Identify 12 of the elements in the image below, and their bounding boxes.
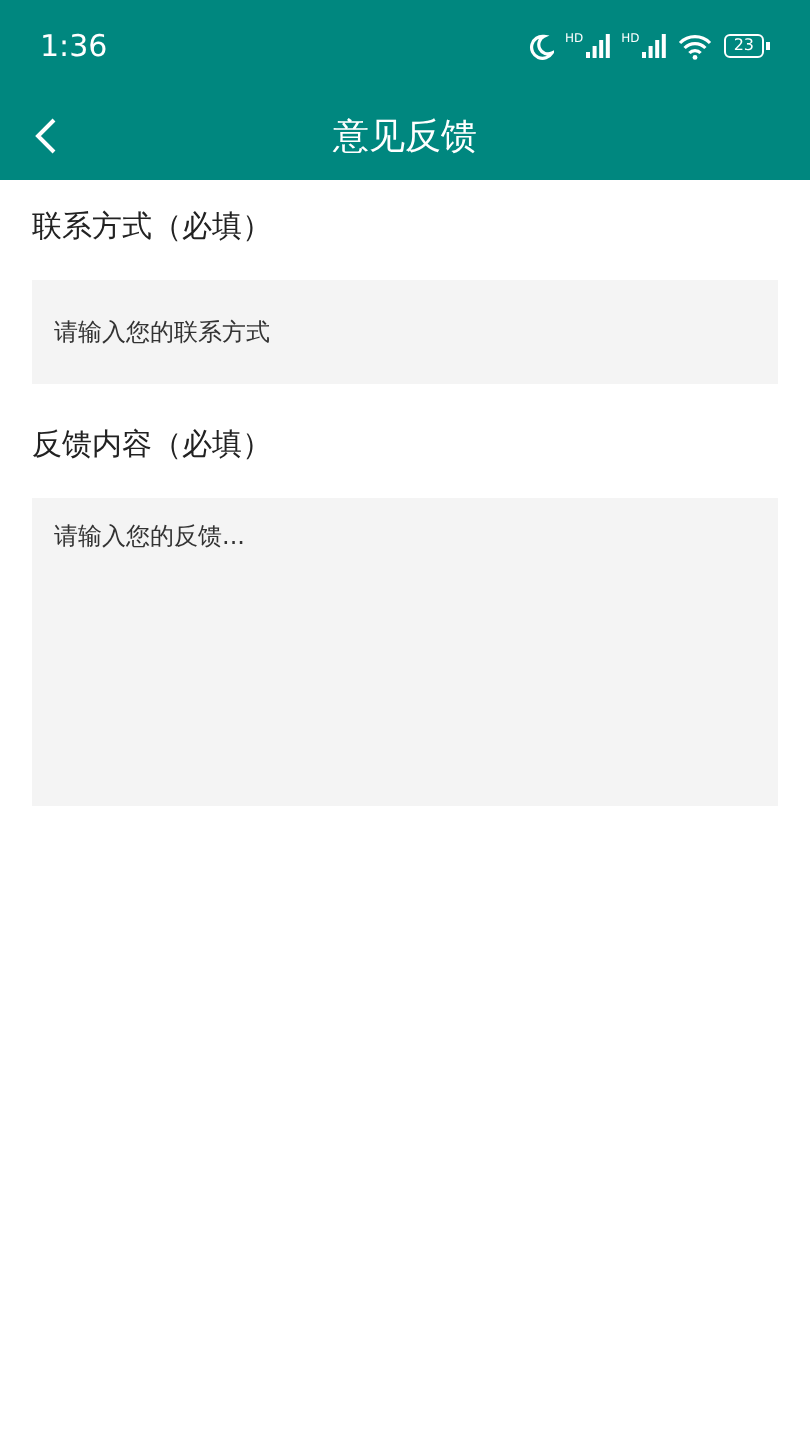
field-label: 反馈内容（必填） [32, 426, 274, 464]
status-time: 1:36 [40, 28, 110, 64]
feedback-textarea[interactable]: 请输入您的反馈... [32, 498, 778, 806]
back-button[interactable] [32, 116, 60, 156]
signal-icon [641, 34, 666, 58]
field-label: 联系方式（必填） [32, 208, 274, 246]
moon-icon [527, 33, 554, 59]
page-title: 意见反馈 [333, 114, 477, 160]
battery-icon: 23 [723, 34, 770, 58]
contact-input[interactable]: 请输入您的联系方式 [32, 280, 778, 384]
wifi-icon [677, 33, 712, 59]
signal-icon [585, 34, 610, 58]
